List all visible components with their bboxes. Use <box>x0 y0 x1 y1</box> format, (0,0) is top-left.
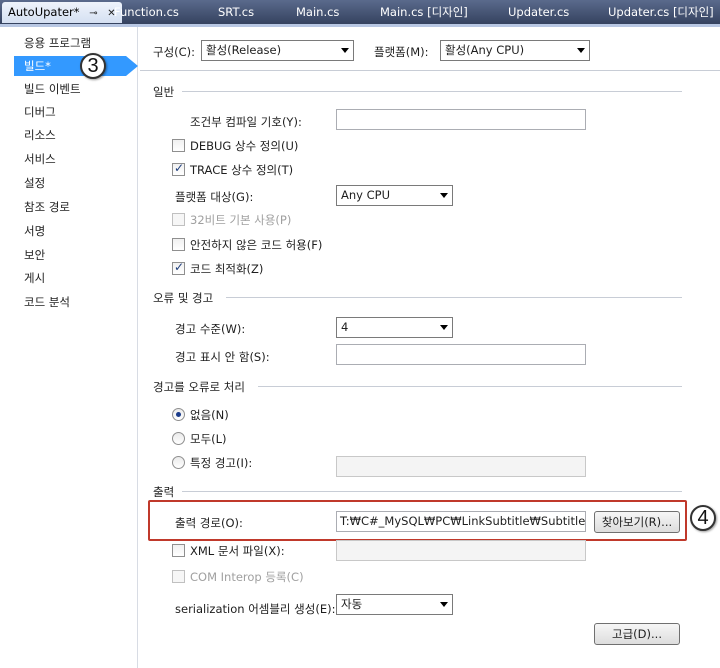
section-divider <box>182 491 682 492</box>
warning-level-dropdown[interactable]: 4 <box>336 317 453 338</box>
platform-label: 플랫폼(M): <box>374 45 429 59</box>
sidebar-item-reference-paths[interactable]: 참조 경로 <box>14 197 126 217</box>
section-title-errors-warnings: 오류 및 경고 <box>153 291 214 305</box>
document-tab-strip: AutoUpater* ⊸ ✕ Function.cs SRT.cs Main.… <box>0 0 720 27</box>
xml-doc-input[interactable] <box>336 540 586 561</box>
tab-label: Main.cs [디자인] <box>380 5 468 19</box>
tab-autoupater[interactable]: AutoUpater* ⊸ ✕ <box>2 2 122 23</box>
section-divider <box>182 91 682 92</box>
com-interop-label: COM Interop 등록(C) <box>190 570 304 584</box>
header-divider <box>140 70 720 71</box>
output-path-label: 출력 경로(O): <box>175 516 243 530</box>
warning-level-value: 4 <box>341 320 349 334</box>
chevron-down-icon <box>577 48 585 53</box>
tab-label: Updater.cs <box>508 5 570 19</box>
serialization-label: serialization 어셈블리 생성(E): <box>175 602 336 616</box>
prefer-32bit-label: 32비트 기본 사용(P) <box>190 213 292 227</box>
pin-icon[interactable]: ⊸ <box>89 8 97 19</box>
tab-main-cs-designer[interactable]: Main.cs [디자인] <box>380 2 468 23</box>
sidebar-item-signing[interactable]: 서명 <box>14 221 126 241</box>
callout-3: 3 <box>80 53 106 79</box>
sidebar-item-application[interactable]: 응용 프로그램 <box>14 33 126 53</box>
tab-updater-cs[interactable]: Updater.cs <box>508 2 569 23</box>
com-interop-checkbox[interactable] <box>172 570 185 583</box>
tab-label: Function.cs <box>114 5 179 19</box>
platform-dropdown[interactable]: 활성(Any CPU) <box>440 40 590 61</box>
callout-4: 4 <box>690 505 716 531</box>
sidebar-item-debug[interactable]: 디버그 <box>14 102 126 122</box>
optimize-code-checkbox[interactable] <box>172 260 185 275</box>
section-title-treat-warnings: 경고를 오류로 처리 <box>153 380 245 394</box>
section-title-general: 일반 <box>153 85 175 99</box>
trace-constant-checkbox[interactable] <box>172 161 185 176</box>
platform-target-value: Any CPU <box>341 188 390 202</box>
warning-level-label: 경고 수준(W): <box>175 322 246 336</box>
suppress-warnings-label: 경고 표시 안 함(S): <box>175 350 270 364</box>
xml-doc-checkbox[interactable] <box>172 544 185 557</box>
treat-none-radio[interactable] <box>172 408 185 421</box>
xml-doc-label: XML 문서 파일(X): <box>190 544 285 558</box>
specific-warnings-input[interactable] <box>336 456 586 477</box>
sidebar-item-code-analysis[interactable]: 코드 분석 <box>14 292 126 312</box>
sidebar-item-build-events[interactable]: 빌드 이벤트 <box>14 79 126 99</box>
chevron-down-icon <box>440 193 448 198</box>
chevron-down-icon <box>341 48 349 53</box>
section-title-output: 출력 <box>153 485 175 499</box>
tab-function-cs[interactable]: Function.cs <box>114 2 179 23</box>
chevron-down-icon <box>440 602 448 607</box>
conditional-symbols-input[interactable] <box>336 109 586 130</box>
sidebar-item-resources[interactable]: 리소스 <box>14 125 126 145</box>
serialization-value: 자동 <box>341 597 363 611</box>
suppress-warnings-input[interactable] <box>336 344 586 365</box>
output-path-input[interactable]: T:₩C#_MySQL₩PC₩LinkSubtitle₩SubtitleMana… <box>336 511 586 532</box>
trace-constant-label: TRACE 상수 정의(T) <box>190 163 294 177</box>
configuration-dropdown[interactable]: 활성(Release) <box>201 40 354 61</box>
tab-label: AutoUpater* <box>8 5 80 19</box>
debug-constant-checkbox[interactable] <box>172 139 185 152</box>
allow-unsafe-label: 안전하지 않은 코드 허용(F) <box>190 238 323 252</box>
platform-target-dropdown[interactable]: Any CPU <box>336 185 453 206</box>
tab-label: Main.cs <box>296 5 340 19</box>
property-page-nav: 응용 프로그램 빌드* 빌드 이벤트 디버그 리소스 서비스 설정 참조 경로 … <box>0 27 138 668</box>
sidebar-item-services[interactable]: 서비스 <box>14 149 126 169</box>
platform-value: 활성(Any CPU) <box>445 43 525 57</box>
debug-constant-label: DEBUG 상수 정의(U) <box>190 139 299 153</box>
browse-button[interactable]: 찾아보기(R)... <box>594 511 680 533</box>
serialization-dropdown[interactable]: 자동 <box>336 594 453 615</box>
sidebar-item-build[interactable]: 빌드* <box>14 56 138 76</box>
section-divider <box>258 386 682 387</box>
treat-none-label: 없음(N) <box>190 408 229 422</box>
sidebar-item-settings[interactable]: 설정 <box>14 173 126 193</box>
prefer-32bit-checkbox[interactable] <box>172 213 185 226</box>
chevron-down-icon <box>440 325 448 330</box>
configuration-value: 활성(Release) <box>206 43 282 57</box>
treat-specific-radio[interactable] <box>172 456 185 469</box>
tab-updater-cs-designer[interactable]: Updater.cs [디자인] <box>608 2 714 23</box>
sidebar-item-publish[interactable]: 게시 <box>14 268 126 288</box>
configuration-label: 구성(C): <box>153 45 196 59</box>
treat-all-label: 모두(L) <box>190 432 227 446</box>
tab-srt-cs[interactable]: SRT.cs <box>218 2 254 23</box>
tab-main-cs[interactable]: Main.cs <box>296 2 339 23</box>
sidebar-item-security[interactable]: 보안 <box>14 245 126 265</box>
advanced-button[interactable]: 고급(D)... <box>594 623 680 645</box>
conditional-symbols-label: 조건부 컴파일 기호(Y): <box>190 115 302 129</box>
treat-specific-label: 특정 경고(I): <box>190 456 253 470</box>
section-divider <box>226 297 682 298</box>
optimize-code-label: 코드 최적화(Z) <box>190 262 264 276</box>
allow-unsafe-checkbox[interactable] <box>172 238 185 251</box>
platform-target-label: 플랫폼 대상(G): <box>175 190 254 204</box>
tab-label: SRT.cs <box>218 5 255 19</box>
tab-label: Updater.cs [디자인] <box>608 5 714 19</box>
treat-all-radio[interactable] <box>172 432 185 445</box>
